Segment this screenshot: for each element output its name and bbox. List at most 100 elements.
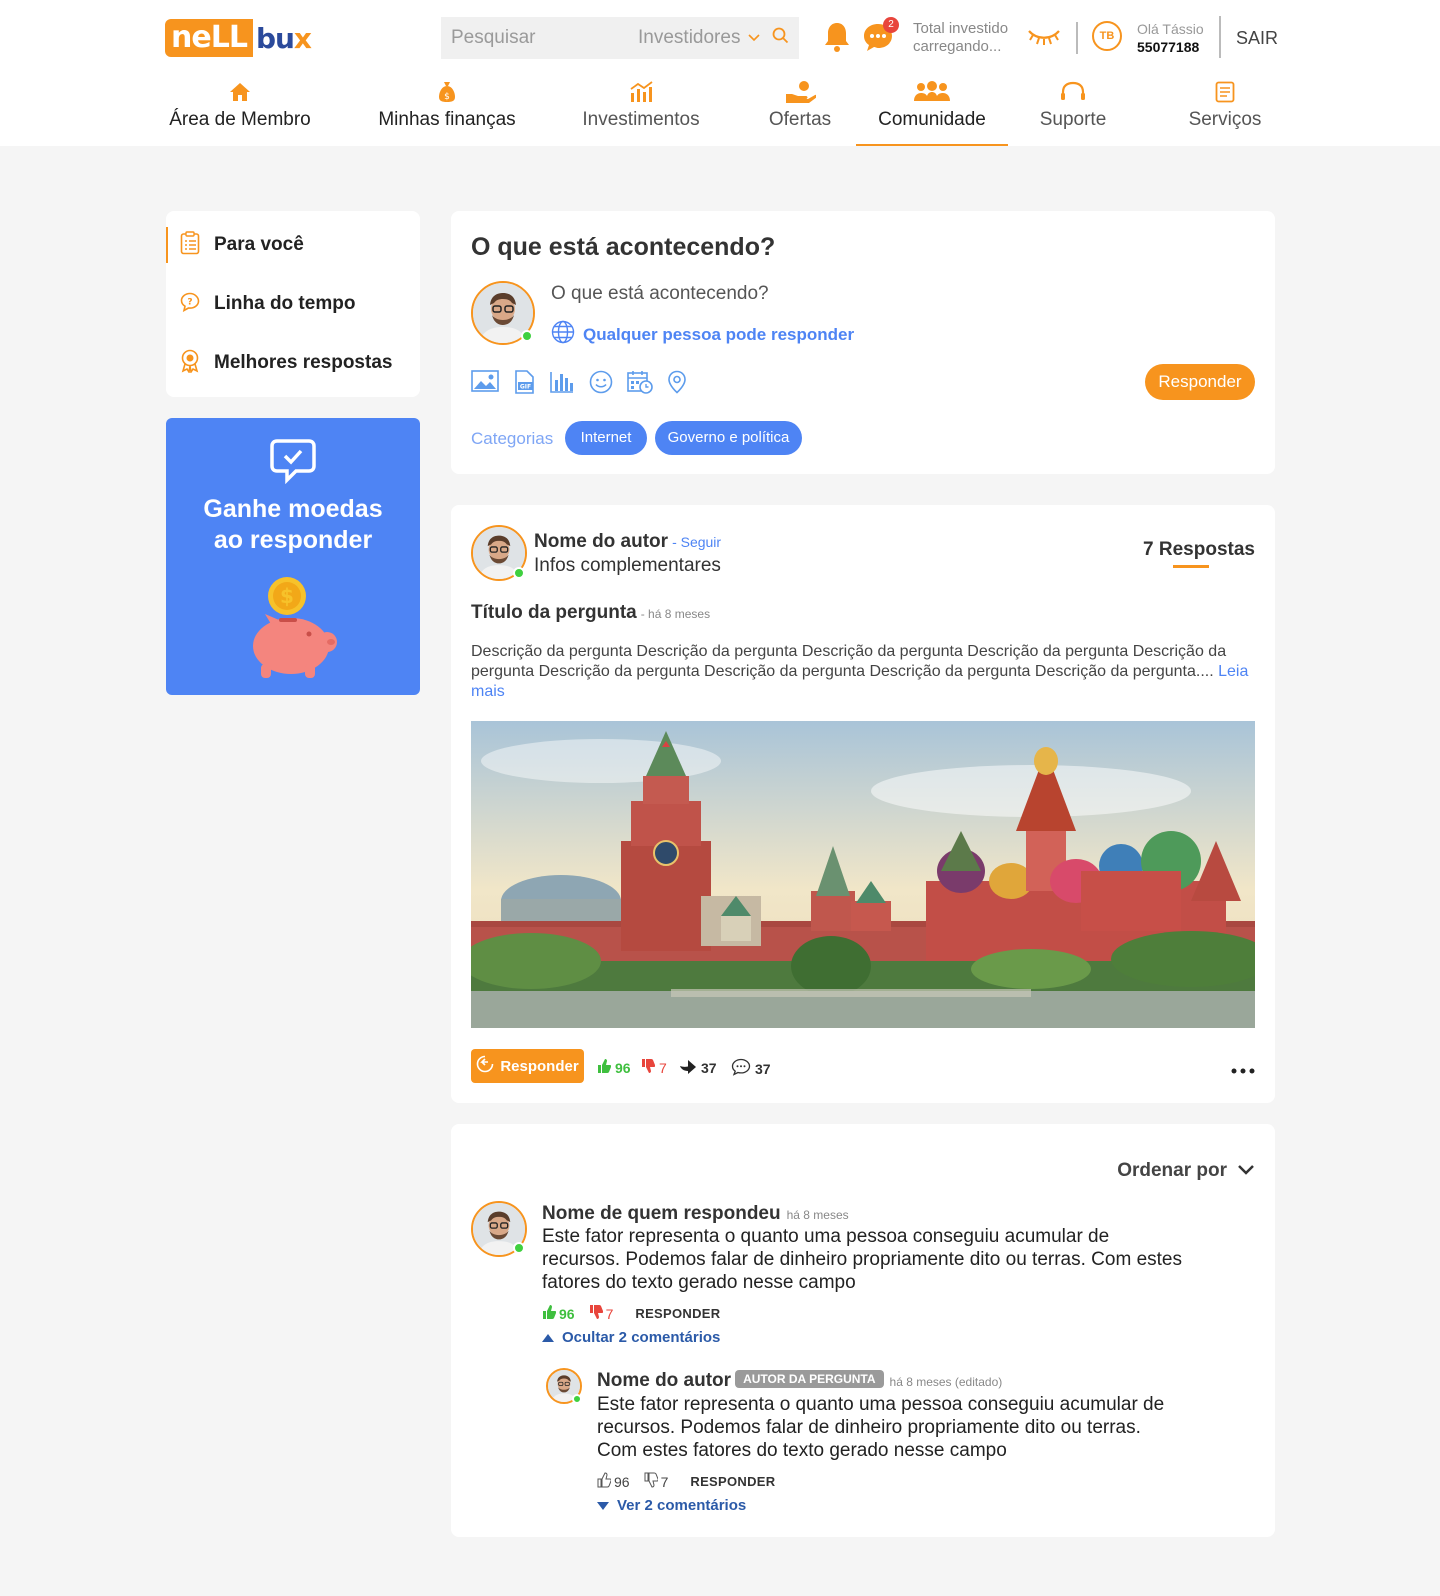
thumbs-up-outline-icon [597,1472,612,1491]
header-divider [1076,22,1078,54]
nellbux-logo[interactable]: neLL bux [165,19,312,57]
toggle-label: Ver 2 comentários [617,1497,747,1514]
answer-reply-button[interactable]: RESPONDER [635,1306,720,1321]
total-invested: Total investido carregando... [913,20,1008,56]
search-category-select[interactable]: Investidores [638,27,761,49]
like-count: 96 [559,1305,575,1322]
emoji-icon[interactable] [589,370,613,399]
user-greeting: Olá Tássio [1137,21,1204,37]
answer-author: Nome de quem respondeu há 8 meses [542,1203,849,1225]
clipboard-icon [180,230,200,260]
share-button[interactable]: 37 [679,1058,717,1077]
online-indicator [513,567,525,579]
answers-section: Ordenar por Nome de quem respondeu há 8 m… [451,1124,1275,1537]
piggy-bank-icon: $ [243,576,343,685]
question-title: Título da pergunta - há 8 meses [471,602,710,624]
post-author: Nome do autor - Seguir [534,531,721,553]
author-name[interactable]: Nome do autor [534,531,668,552]
user-account-number: 55077188 [1137,39,1200,55]
category-chip-internet[interactable]: Internet [565,421,647,455]
nav-label: Comunidade [878,109,986,130]
main-nav: Área de Membro $ Minhas finanças Investi… [165,77,1275,146]
hide-comments-toggle[interactable]: Ocultar 2 comentários [542,1329,720,1346]
svg-text:GIF: GIF [520,384,531,391]
comment-count: 37 [755,1060,771,1077]
nav-comunidade[interactable]: Comunidade [856,77,1008,146]
thumbs-down-icon [641,1058,656,1077]
thumbs-down-outline-icon [644,1472,659,1491]
offer-hand-icon [750,77,850,107]
nav-label: Área de Membro [169,109,311,130]
svg-text:$: $ [280,584,294,608]
nav-label: Investimentos [582,109,700,130]
location-icon[interactable] [667,370,687,399]
author-info: Infos complementares [534,555,721,576]
comments-button[interactable]: 37 [731,1058,771,1079]
nav-minhas-financas[interactable]: $ Minhas finanças [372,77,522,146]
online-indicator [572,1394,582,1404]
sidebar-item-label: Melhores respostas [214,352,393,373]
answer-text: Este fator representa o quanto uma pesso… [542,1226,1182,1293]
logout-button[interactable]: SAIR [1236,28,1278,49]
compose-card: O que está acontecendo? O que está acont… [451,211,1275,474]
poll-icon[interactable] [549,370,575,399]
chevron-down-icon [1237,1160,1255,1182]
sidebar-item-linha-do-tempo[interactable]: ? Linha do tempo [166,284,420,324]
audience-selector[interactable]: Qualquer pessoa pode responder [551,320,854,349]
order-by-dropdown[interactable]: Ordenar por [1117,1160,1255,1182]
hide-balance-icon[interactable] [1027,28,1061,51]
comment-actions: 96 7 RESPONDER [597,1472,775,1491]
search-input[interactable] [451,27,626,49]
comment-bubble-icon [731,1058,751,1079]
dislike-button[interactable]: 7 [644,1472,668,1491]
compose-reply-button[interactable]: Responder [1145,364,1255,400]
post-reply-button[interactable]: Responder [471,1049,584,1083]
answer-actions: 96 7 RESPONDER [542,1304,720,1323]
question-title-text[interactable]: Título da pergunta [471,602,637,623]
answer-author-name[interactable]: Nome de quem respondeu [542,1203,781,1224]
sidebar-item-label: Linha do tempo [214,293,356,314]
bell-icon[interactable] [823,21,851,58]
image-icon[interactable] [471,370,499,399]
like-button[interactable]: 96 [597,1472,630,1491]
globe-icon [551,320,575,349]
nav-label: Ofertas [768,109,832,130]
gif-icon[interactable]: GIF [513,370,535,399]
post-image[interactable] [471,721,1255,1028]
category-chip-governo[interactable]: Governo e política [655,421,802,455]
like-button[interactable]: 96 [542,1304,575,1323]
sidebar-item-melhores-respostas[interactable]: Melhores respostas [166,343,420,383]
reply-icon [476,1055,494,1077]
svg-text:$: $ [444,92,450,102]
schedule-icon[interactable] [627,370,653,399]
nav-suporte[interactable]: Suporte [1023,77,1123,146]
comment-author: Nome do autor AUTOR DA PERGUNTA há 8 meses… [597,1370,1002,1392]
comment-reply-button[interactable]: RESPONDER [690,1474,775,1489]
dislike-button[interactable]: 7 [641,1058,667,1077]
svg-text:?: ? [187,297,192,307]
user-info[interactable]: Olá Tássio 55077188 [1137,20,1204,56]
dislike-button[interactable]: 7 [589,1304,613,1323]
like-button[interactable]: 96 [597,1058,631,1077]
nav-area-de-membro[interactable]: Área de Membro [165,77,315,146]
answers-count[interactable]: 7 Respostas [1143,539,1255,561]
compose-input[interactable]: O que está acontecendo? [551,283,769,305]
logo-mark: neLL [165,19,253,57]
show-comments-toggle[interactable]: Ver 2 comentários [597,1497,746,1514]
nav-ofertas[interactable]: Ofertas [750,77,850,146]
thumbs-up-icon [542,1304,557,1323]
promo-banner[interactable]: Ganhe moedas ao responder $ [166,418,420,695]
comment-time: há 8 meses (editado) [889,1375,1003,1389]
sidebar-item-label: Para você [214,234,304,255]
caret-down-icon [597,1497,609,1514]
comment-author-name[interactable]: Nome do autor [597,1370,731,1391]
search-icon[interactable] [772,27,789,49]
user-avatar[interactable]: TB [1092,21,1122,51]
nav-investimentos[interactable]: Investimentos [566,77,716,146]
answer-time: há 8 meses [786,1208,849,1222]
follow-link[interactable]: - Seguir [672,534,721,550]
search-category-value: Investidores [638,27,741,48]
sidebar-item-para-voce[interactable]: Para você [166,225,420,265]
more-options-icon[interactable] [1231,1050,1255,1081]
nav-servicos[interactable]: Serviços [1175,77,1275,146]
